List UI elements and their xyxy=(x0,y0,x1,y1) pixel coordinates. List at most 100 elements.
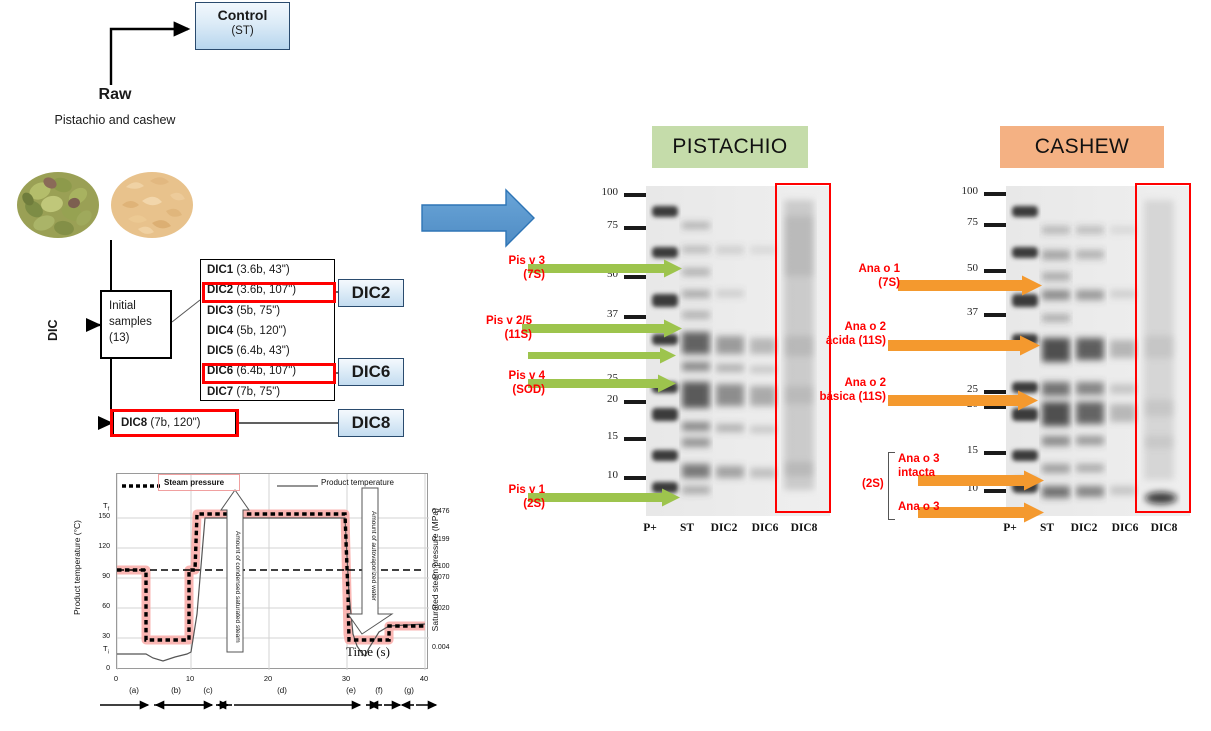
mw-dash-15 xyxy=(624,437,646,441)
phase-c: (c) xyxy=(203,686,213,695)
mw-dash-75 xyxy=(984,223,1006,227)
callout-autovaporized-water: Amount of autovaporized water xyxy=(370,511,377,601)
annotation-line1: Ana o 2 xyxy=(844,321,886,333)
dic-branch-label: DIC xyxy=(46,319,60,341)
treatment-params: (5b, 120") xyxy=(236,324,287,337)
y2-tick-0100: 0.100 xyxy=(432,563,450,570)
treatment-code: DIC4 xyxy=(207,324,234,337)
annotation-line1: Pis v 1 xyxy=(508,484,545,496)
mw-marker-75: 75 xyxy=(967,216,978,228)
annotation-line1: Ana o 3 xyxy=(898,501,940,513)
cashew-annotation-4: Ana o 3 xyxy=(898,500,964,514)
treatment-row-dic1: DIC1 (3.6b, 43") xyxy=(201,260,334,280)
treatment-code: DIC5 xyxy=(207,345,234,358)
lane-label-dic8: DIC8 xyxy=(1150,522,1178,534)
mw-dash-20 xyxy=(624,400,646,404)
pistachio-arrow-2 xyxy=(528,347,676,363)
chip-dic2: DIC2 xyxy=(338,279,404,307)
lane-label-dic2: DIC2 xyxy=(710,522,738,534)
pistachio-annotation-3: Pis v 1 (2S) xyxy=(453,483,545,511)
cashew-annotation-1: Ana o 2 ácida (11S) xyxy=(786,320,886,348)
lane-label-pplus: P+ xyxy=(643,522,657,534)
cashew-arrow-0 xyxy=(898,275,1042,295)
pistachio-arrow-1 xyxy=(522,319,682,337)
lane-label-dic8: DIC8 xyxy=(790,522,818,534)
annotation-line2: (SOD) xyxy=(512,384,545,396)
mw-dash-37 xyxy=(984,313,1006,317)
mw-dash-100 xyxy=(984,192,1006,196)
pistachio-annotation-1: Pis v 2/5 (11S) xyxy=(440,314,532,342)
process-arrow xyxy=(421,188,535,248)
chip-dic8: DIC8 xyxy=(338,409,404,437)
highlight-dic6 xyxy=(202,363,336,384)
treatment-params: (5b, 75") xyxy=(236,304,281,317)
treatment-params: (6.4b, 43") xyxy=(236,345,290,358)
phase-e: (e) xyxy=(346,686,356,695)
mw-dash-15 xyxy=(984,451,1006,455)
cashew-2s-label: (2S) xyxy=(862,478,884,490)
mw-dash-100 xyxy=(624,193,646,197)
y2-tick-0004: 0.004 xyxy=(432,644,450,651)
pistachio-panel-title: PISTACHIO xyxy=(652,126,808,168)
legend-label-product-temperature: Product temperature xyxy=(321,478,394,487)
pistachio-photo xyxy=(17,172,99,238)
phase-b: (b) xyxy=(171,686,181,695)
treatment-row-dic4: DIC4 (5b, 120") xyxy=(201,321,334,341)
mw-dash-10 xyxy=(624,476,646,480)
phase-range-bars xyxy=(100,700,438,710)
x-tick-30: 30 xyxy=(341,674,351,683)
pistachio-annotation-0: Pis v 3 (7S) xyxy=(453,254,545,282)
lane-label-dic6: DIC6 xyxy=(751,522,779,534)
x-tick-0: 0 xyxy=(113,674,119,683)
cashew-annotation-3: Ana o 3 intacta xyxy=(898,452,964,480)
y2-tick-0199: 0.199 xyxy=(432,536,450,543)
annotation-line2: (7S) xyxy=(523,269,545,281)
mw-marker-10: 10 xyxy=(607,469,618,481)
chip-dic6: DIC6 xyxy=(338,358,404,386)
annotation-line2: (11S) xyxy=(504,329,533,341)
mw-marker-20: 20 xyxy=(607,393,618,405)
chart-svg xyxy=(116,474,429,670)
mw-marker-50: 50 xyxy=(967,262,978,274)
raw-label: Raw xyxy=(98,86,132,103)
mw-marker-100: 100 xyxy=(601,186,619,198)
cashew-2s-bracket xyxy=(888,452,895,520)
treatment-row-dic3: DIC3 (5b, 75") xyxy=(201,301,334,321)
cashew-dic8-highlight xyxy=(1135,183,1191,513)
y-tick-30: 30 xyxy=(102,633,110,640)
annotation-line2: intacta xyxy=(898,467,936,479)
y-tick-90: 90 xyxy=(102,573,110,580)
highlight-dic2 xyxy=(202,282,336,303)
phase-f: (f) xyxy=(375,686,383,695)
mw-marker-75: 75 xyxy=(607,219,618,231)
pistachio-arrow-4 xyxy=(528,488,680,506)
callout-condensed-steam: Amount of condensed saturated steam xyxy=(234,531,241,643)
y-tick-120: 120 xyxy=(98,543,110,550)
y2-tick-0070: 0.070 xyxy=(432,574,450,581)
y2-tick-0020: 0.020 xyxy=(432,605,450,612)
initial-samples-line2: samples xyxy=(109,316,152,328)
lane-label-dic2: DIC2 xyxy=(1070,522,1098,534)
treatment-code: DIC3 xyxy=(207,304,234,317)
cashew-photo xyxy=(111,172,193,238)
treatment-code: DIC7 xyxy=(207,385,234,398)
t-initial-label: Ti xyxy=(103,644,109,656)
annotation-line1: Pis v 2/5 xyxy=(485,315,532,327)
mw-marker-37: 37 xyxy=(967,306,978,318)
legend-label-steam-pressure: Steam pressure xyxy=(164,478,225,487)
cashew-annotation-2: Ana o 2 básica (11S) xyxy=(786,376,886,404)
mw-dash-75 xyxy=(624,226,646,230)
annotation-line2: (7S) xyxy=(878,277,900,289)
annotation-line1: Pis v 4 xyxy=(508,370,545,382)
pistachio-arrow-3 xyxy=(528,374,676,392)
chart-x-axis-label: Time (s) xyxy=(346,644,390,659)
initial-samples-box: Initial samples (13) xyxy=(100,290,172,359)
treatment-code: DIC1 xyxy=(207,264,234,276)
annotation-line2: (2S) xyxy=(523,498,545,510)
mw-marker-100: 100 xyxy=(961,185,979,197)
lane-label-st: ST xyxy=(679,522,695,534)
lane-label-dic6: DIC6 xyxy=(1111,522,1139,534)
raw-subtitle: Pistachio and cashew xyxy=(54,113,176,127)
control-subtitle: (ST) xyxy=(231,25,254,37)
annotation-line2: ácida (11S) xyxy=(825,335,886,347)
